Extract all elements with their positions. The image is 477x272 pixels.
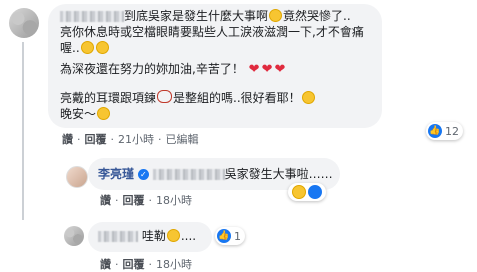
timestamp[interactable]: 18小時 <box>156 258 192 271</box>
commenter-name-redacted[interactable] <box>98 231 138 242</box>
verified-badge-icon: ✓ <box>137 169 149 180</box>
heart-icon: ❤ <box>261 62 273 77</box>
reaction-count[interactable]: 👍 1 <box>215 227 245 245</box>
commenter-avatar[interactable] <box>64 226 84 246</box>
flushed-emoji-icon <box>80 41 94 54</box>
thread-line <box>22 42 24 220</box>
reply-line: 李亮瑾 ✓ 吳家發生大事啦…… <box>98 167 333 181</box>
comment-line-1: 到底吳家是發生什麼大事啊 竟然哭慘了.. <box>60 9 351 24</box>
reply-actions: 讚 · 回覆 · 18小時 <box>100 194 192 207</box>
wow-emoji-icon <box>166 229 180 242</box>
thought-balloon-icon <box>157 90 173 103</box>
timestamp[interactable]: 21小時 <box>118 133 154 146</box>
like-icon: 👍 <box>217 229 231 243</box>
like-emoji-icon <box>308 185 322 199</box>
like-icon: 👍 <box>428 124 442 138</box>
heart-icon: ❤ <box>274 62 286 77</box>
reply-link[interactable]: 回覆 <box>123 194 145 207</box>
wow-emoji-icon <box>292 185 306 199</box>
author-name[interactable]: 李亮瑾 <box>98 167 134 181</box>
like-link[interactable]: 讚 <box>100 194 111 207</box>
commenter-name-redacted[interactable] <box>60 11 124 22</box>
reply-link[interactable]: 回覆 <box>85 133 107 146</box>
like-link[interactable]: 讚 <box>100 258 111 271</box>
flushed-emoji-icon <box>95 41 109 54</box>
timestamp[interactable]: 18小時 <box>156 194 192 207</box>
reply-link[interactable]: 回覆 <box>123 258 145 271</box>
author-avatar[interactable] <box>66 166 88 188</box>
comment2-line: 哇勒.... <box>98 229 196 244</box>
comment-actions: 讚 · 回覆 · 21小時 · 已編輯 <box>62 133 199 146</box>
comment-line-5: 亮戴的耳環跟項鍊 是整組的嗎..很好看耶！ <box>60 90 316 106</box>
heart-icon: ❤ <box>248 62 260 77</box>
reaction-count[interactable]: 👍 12 <box>426 122 463 140</box>
grin-emoji-icon <box>269 9 283 22</box>
comment-line-6: 晚安～ <box>60 107 111 122</box>
comment-line-4: 為深夜還在努力的妳加油,辛苦了！ ❤ ❤ ❤ <box>60 62 286 77</box>
like-link[interactable]: 讚 <box>62 133 73 146</box>
comment-line-2: 亮你休息時或空檔眼睛要點些人工淚液滋潤一下,才不會痛 <box>60 25 364 39</box>
comment-line-3: 喔.. <box>60 41 110 56</box>
smile-emoji-icon <box>301 91 315 104</box>
commenter-avatar[interactable] <box>9 8 39 38</box>
mention-redacted[interactable] <box>152 169 225 180</box>
reply-reactions[interactable] <box>288 183 326 201</box>
edited-label[interactable]: 已編輯 <box>166 133 199 146</box>
sleepy-emoji-icon <box>97 107 111 120</box>
